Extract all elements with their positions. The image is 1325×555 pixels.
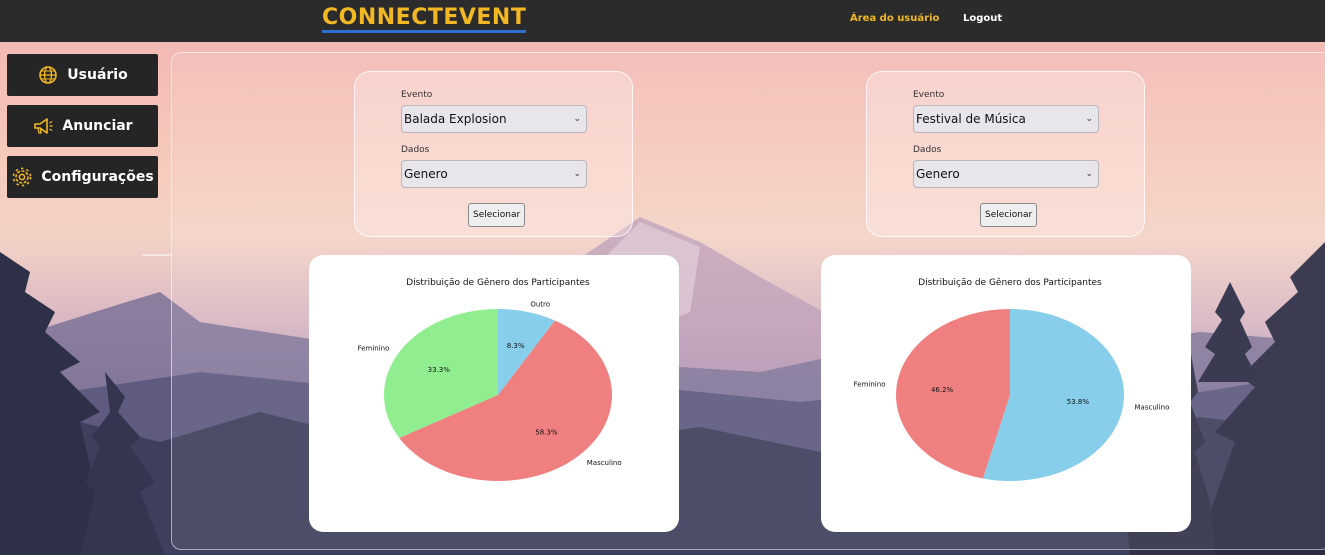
data-select[interactable]: Genero ⌄ [913, 160, 1099, 188]
event-select[interactable]: Balada Explosion ⌄ [401, 105, 587, 133]
select-button[interactable]: Selecionar [980, 203, 1038, 227]
pie-chart: Distribuição de Gênero dos Participantes… [358, 277, 622, 481]
event-label: Evento [913, 90, 945, 100]
data-label: Dados [913, 145, 942, 155]
filter-card-left: Evento Balada Explosion ⌄ Dados Genero ⌄… [354, 71, 633, 237]
select-button[interactable]: Selecionar [468, 203, 526, 227]
top-bar: CONNECTEVENT Área do usuário Logout [0, 0, 1325, 42]
chevron-down-icon: ⌄ [573, 114, 581, 124]
event-select[interactable]: Festival de Música ⌄ [913, 105, 1099, 133]
pie-category-label: Masculino [587, 459, 622, 467]
event-select-value: Balada Explosion [404, 112, 507, 126]
pie-percent-label: 46.2% [931, 386, 954, 394]
brand-logo[interactable]: CONNECTEVENT [322, 6, 527, 33]
data-select[interactable]: Genero ⌄ [401, 160, 587, 188]
chevron-down-icon: ⌄ [1085, 169, 1093, 179]
chart-title: Distribuição de Gênero dos Participantes [406, 277, 590, 288]
megaphone-icon [32, 115, 54, 137]
pie-category-label: Feminino [358, 345, 390, 353]
nav-logout-link[interactable]: Logout [963, 13, 1002, 24]
nav-user-area-link[interactable]: Área do usuário [850, 13, 939, 24]
pie-percent-label: 58.3% [535, 428, 558, 436]
pie-chart: Distribuição de Gênero dos Participantes… [854, 277, 1170, 481]
sidebar-item-label: Anunciar [62, 118, 133, 134]
chart-card-right: Distribuição de Gênero dos Participantes… [821, 255, 1191, 532]
sidebar-item-usuario[interactable]: Usuário [7, 54, 158, 96]
chevron-down-icon: ⌄ [1085, 114, 1093, 124]
pie-category-label: Feminino [854, 381, 886, 389]
chart-card-left: Distribuição de Gênero dos Participantes… [309, 255, 679, 532]
gear-icon [11, 166, 33, 188]
sidebar-item-label: Configurações [41, 169, 154, 185]
data-select-value: Genero [916, 167, 960, 181]
data-label: Dados [401, 145, 430, 155]
chart-title: Distribuição de Gênero dos Participantes [918, 277, 1102, 288]
pie-percent-label: 33.3% [428, 366, 451, 374]
filter-card-right: Evento Festival de Música ⌄ Dados Genero… [866, 71, 1145, 237]
pie-category-label: Masculino [1135, 403, 1170, 411]
event-select-value: Festival de Música [916, 112, 1026, 126]
pie-percent-label: 8.3% [507, 342, 525, 350]
pie-category-label: Outro [530, 301, 550, 309]
sidebar-item-configuracoes[interactable]: Configurações [7, 156, 158, 198]
sidebar-item-anunciar[interactable]: Anunciar [7, 105, 158, 147]
chevron-down-icon: ⌄ [573, 169, 581, 179]
sidebar-item-label: Usuário [67, 67, 128, 83]
globe-icon [37, 64, 59, 86]
data-select-value: Genero [404, 167, 448, 181]
event-label: Evento [401, 90, 433, 100]
pie-percent-label: 53.8% [1067, 398, 1090, 406]
